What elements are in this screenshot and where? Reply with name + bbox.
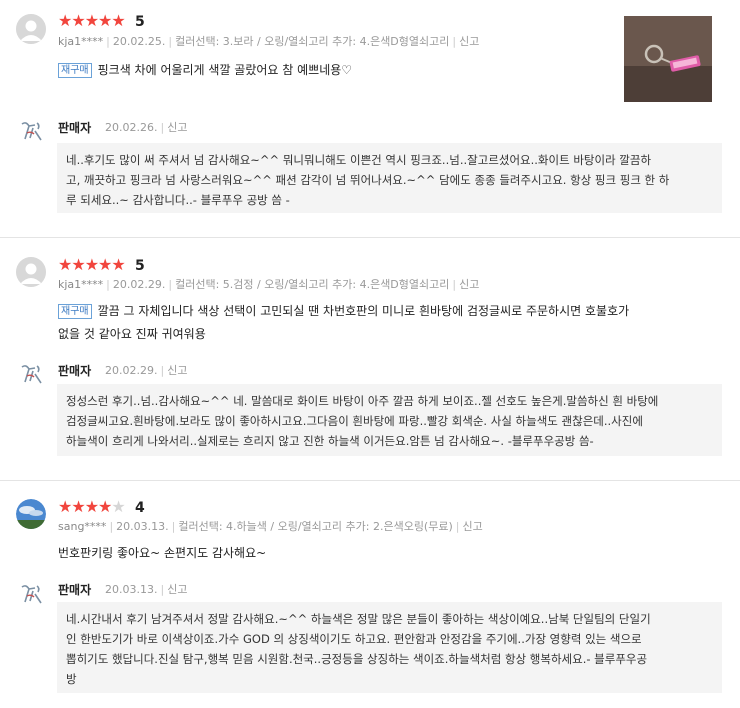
bear-logo-icon <box>16 578 46 608</box>
seller-reply: 정성스런 후기..넘..감사해요~^^ 네. 말씀대로 화이트 바탕이 아주 깔… <box>57 384 722 456</box>
star-icon: ★ <box>84 255 99 274</box>
star-icon: ★ <box>111 255 125 274</box>
star-icon: ★ <box>98 497 112 516</box>
star-icon: ★ <box>84 11 99 30</box>
rating-stars: ★★★★★ <box>58 11 126 30</box>
star-icon: ★ <box>71 497 85 516</box>
star-icon: ★ <box>58 255 72 274</box>
review-text-line: 깔끔 그 자체입니다 색상 선택이 고민되실 땐 차번호판의 미니로 흰바탕에 … <box>97 304 630 318</box>
reply-line: 네.시간내서 후기 남겨주셔서 정말 감사해요.~^^ 하늘색은 정말 많은 분… <box>66 612 651 626</box>
review-item: ★★★★★ 5 kja1**** | 20.02.25. | 컬러선택: 3.보라 / … <box>0 0 740 237</box>
review-photo[interactable] <box>624 16 712 102</box>
review-text-line: 핑크색 차에 어울리게 색깔 골랐어요 참 예쁘네용♡ <box>97 63 353 77</box>
reply-line: 검정글씨고요.흰바탕에.보라도 많이 좋아하시고요.그다음이 흰바탕에 파랑..… <box>66 414 643 428</box>
reply-line: 고, 깨끗하고 핑크라 넘 사랑스러워요~^^ 패션 감각이 넘 뛰어나셔요.~… <box>66 173 670 187</box>
seller-name: 판매자 <box>58 121 92 135</box>
reply-date: 20.02.26. <box>105 121 158 134</box>
rating-score: 4 <box>135 500 145 516</box>
reply-line: 방 <box>66 672 77 686</box>
star-icon: ★ <box>111 497 125 516</box>
user-silhouette-icon <box>16 14 46 44</box>
bear-logo-icon <box>16 115 46 145</box>
review-item: ★★★★★ 4 sang**** | 20.03.13. | 컬러선택: 4.하늘색 /… <box>0 481 740 708</box>
keyring-photo-image <box>624 16 712 102</box>
review-text-line: 없을 것 같아요 진짜 귀여워용 <box>58 327 206 341</box>
report-link[interactable]: 신고 <box>459 278 479 291</box>
star-icon: ★ <box>71 255 85 274</box>
review-item: ★★★★★ 5 kja1**** | 20.02.29. | 컬러선택: 5.검정 / … <box>0 238 740 480</box>
user-id: kja1**** <box>58 35 104 48</box>
user-avatar <box>16 499 46 529</box>
reply-date: 20.03.13. <box>105 583 158 596</box>
star-icon: ★ <box>84 497 99 516</box>
seller-meta: 20.02.26. | 신고 <box>105 121 188 134</box>
report-link[interactable]: 신고 <box>167 121 187 134</box>
review-text: 재구매 핑크색 차에 어울리게 색깔 골랐어요 참 예쁘네용♡ <box>58 60 352 80</box>
star-icon: ★ <box>111 11 125 30</box>
reply-line: 인 한반도기가 바로 이색상이죠.가수 GOD 의 상징색이기도 하고요. 편안… <box>66 632 642 646</box>
review-meta: kja1**** | 20.02.29. | 컬러선택: 5.검정 / 오링/열쇠고리 … <box>58 278 480 291</box>
purchase-option: 컬러선택: 5.검정 / 오링/열쇠고리 추가: 4.은색D형열쇠고리 <box>175 278 450 291</box>
rating-stars: ★★★★★ <box>58 497 126 516</box>
seller-name: 판매자 <box>58 364 92 378</box>
bear-logo-icon <box>16 358 46 388</box>
review-date: 20.02.25. <box>112 35 166 48</box>
seller-meta: 20.02.29. | 신고 <box>105 364 188 377</box>
rating-score: 5 <box>135 14 145 30</box>
seller-reply: 네.시간내서 후기 남겨주셔서 정말 감사해요.~^^ 하늘색은 정말 많은 분… <box>57 602 722 693</box>
user-silhouette-icon <box>16 257 46 287</box>
reply-date: 20.02.29. <box>105 364 158 377</box>
user-avatar <box>16 14 46 44</box>
seller-meta: 20.03.13. | 신고 <box>105 583 188 596</box>
star-icon: ★ <box>58 497 72 516</box>
reply-line: 뽑히기도 했답니다.진실 탐구,행복 믿음 시원함.천국..긍정등을 상징하는 … <box>66 652 648 666</box>
seller-avatar <box>16 578 46 608</box>
review-meta: kja1**** | 20.02.25. | 컬러선택: 3.보라 / 오링/열쇠고리 … <box>58 35 480 48</box>
seller-name: 판매자 <box>58 583 92 597</box>
seller-avatar <box>16 115 46 145</box>
review-meta: sang**** | 20.03.13. | 컬러선택: 4.하늘색 / 오링/열쇠고리… <box>58 520 483 533</box>
sky-photo-icon <box>16 499 46 529</box>
seller-avatar <box>16 358 46 388</box>
review-date: 20.03.13. <box>116 520 169 533</box>
rating-stars: ★★★★★ <box>58 255 126 274</box>
user-avatar <box>16 257 46 287</box>
star-icon: ★ <box>58 11 72 30</box>
report-link[interactable]: 신고 <box>167 364 187 377</box>
reply-line: 네..후기도 많이 써 주셔서 넘 감사해요~^^ 뭐니뭐니해도 이쁜건 역시 … <box>66 153 652 167</box>
reply-line: 정성스런 후기..넘..감사해요~^^ 네. 말씀대로 화이트 바탕이 아주 깔… <box>66 394 659 408</box>
seller-reply: 네..후기도 많이 써 주셔서 넘 감사해요~^^ 뭐니뭐니해도 이쁜건 역시 … <box>57 143 722 213</box>
purchase-option: 컬러선택: 3.보라 / 오링/열쇠고리 추가: 4.은색D형열쇠고리 <box>175 35 450 48</box>
purchase-option: 컬러선택: 4.하늘색 / 오링/열쇠고리 추가: 2.은색오링(무료) <box>178 520 453 533</box>
report-link[interactable]: 신고 <box>459 35 479 48</box>
reply-line: 하늘색이 흐리게 나와서리..실제로는 흐리지 않고 진한 하늘색 이거든요.암… <box>66 434 594 448</box>
report-link[interactable]: 신고 <box>462 520 482 533</box>
repurchase-badge: 재구매 <box>58 304 92 319</box>
review-text-line: 번호판키링 좋아요~ 손편지도 감사해요~ <box>58 546 267 560</box>
user-id: sang**** <box>58 520 107 533</box>
repurchase-badge: 재구매 <box>58 63 92 78</box>
review-text: 재구매 깔끔 그 자체입니다 색상 선택이 고민되실 땐 차번호판의 미니로 흰바… <box>58 301 629 344</box>
rating-score: 5 <box>135 258 145 274</box>
user-id: kja1**** <box>58 278 104 291</box>
star-icon: ★ <box>98 255 112 274</box>
star-icon: ★ <box>98 11 112 30</box>
review-text: 번호판키링 좋아요~ 손편지도 감사해요~ <box>58 543 266 563</box>
review-date: 20.02.29. <box>112 278 166 291</box>
reply-line: 루 되세요..~ 감사합니다..- 블루푸우 공방 씀 - <box>66 193 290 207</box>
star-icon: ★ <box>71 11 85 30</box>
report-link[interactable]: 신고 <box>167 583 187 596</box>
